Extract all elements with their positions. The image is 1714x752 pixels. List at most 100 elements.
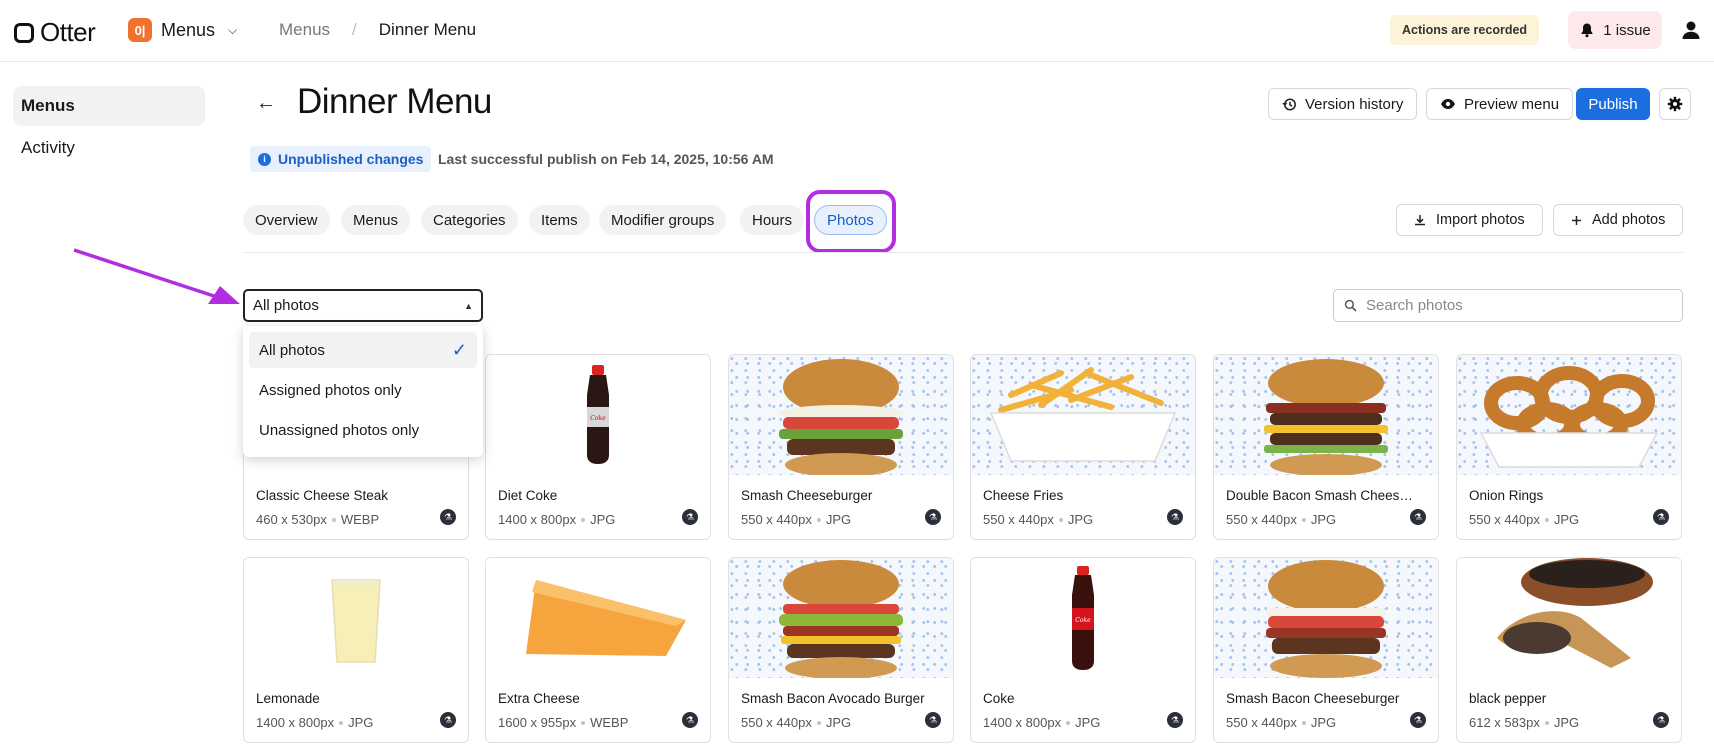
search-photos-field[interactable] [1333,289,1683,322]
coke-bottle-image: Coke [1072,566,1094,670]
settings-button[interactable] [1659,88,1691,120]
annotation-arrow-icon [73,248,240,304]
breadcrumb-menus[interactable]: Menus [279,20,330,40]
filter-option-label: Unassigned photos only [259,421,420,439]
assigned-utensils-icon: ⚗ [925,712,941,728]
photo-name: Smash Bacon Cheeseburger [1226,691,1400,706]
photo-card-black-pepper[interactable]: black pepper 612 x 583px JPG ⚗ [1456,557,1682,743]
photo-card-extra-cheese[interactable]: Extra Cheese 1600 x 955px WEBP ⚗ [485,557,711,743]
tab-hours[interactable]: Hours [740,205,805,235]
preview-menu-button[interactable]: Preview menu [1426,88,1574,120]
import-photos-button[interactable]: Import photos [1396,204,1543,236]
photo-format: JPG [1310,512,1337,527]
photo-card-coke[interactable]: Coke Coke 1400 x 800px JPG ⚗ [970,557,1196,743]
double-burger-image [1264,359,1388,475]
photo-thumbnail [486,558,710,678]
photo-format: JPG [825,715,852,730]
lemonade-image [331,579,381,663]
assigned-utensils-icon: ⚗ [440,509,456,525]
filter-option-assigned[interactable]: Assigned photos only [249,372,477,408]
filter-option-all[interactable]: All photos ✓ [249,332,477,368]
issues-button[interactable]: 1 issue [1568,11,1662,49]
bell-icon [1581,23,1593,38]
menus-app-icon: 0| [128,18,152,42]
photo-name: Onion Rings [1469,488,1544,503]
photo-dimensions: 612 x 583px [1469,715,1540,730]
user-account-icon[interactable] [1680,19,1702,41]
photo-meta: 550 x 440px JPG [1226,715,1336,730]
assigned-utensils-icon: ⚗ [682,509,698,525]
tab-overview[interactable]: Overview [243,205,330,235]
photo-thumbnail [729,558,953,678]
photo-name: Cheese Fries [983,488,1064,503]
back-arrow-icon[interactable]: ← [256,92,276,115]
photo-dimensions: 550 x 440px [1469,512,1540,527]
assigned-utensils-icon: ⚗ [1653,509,1669,525]
photo-dimensions: 550 x 440px [741,715,812,730]
history-icon [1282,98,1296,110]
photo-card-onion-rings[interactable]: Onion Rings 550 x 440px JPG ⚗ [1456,354,1682,540]
photo-card-lemonade[interactable]: Lemonade 1400 x 800px JPG ⚗ [243,557,469,743]
photo-name: Classic Cheese Steak [256,488,389,503]
photo-meta: 550 x 440px JPG [1469,512,1579,527]
photo-thumbnail [1214,355,1438,475]
issues-label: 1 issue [1603,21,1651,39]
tab-modifier-groups[interactable]: Modifier groups [599,205,727,235]
diet-coke-bottle-image: Coke [587,365,609,464]
checkmark-icon: ✓ [451,339,467,360]
photo-format: WEBP [590,715,629,730]
sidebar-item-activity[interactable]: Activity [13,128,205,168]
sidebar-item-menus[interactable]: Menus [13,86,205,126]
photos-tab-highlight [806,190,896,253]
photo-name: Smash Bacon Avocado Burger [741,691,925,706]
assigned-utensils-icon: ⚗ [1410,712,1426,728]
burger-image [779,359,903,475]
photo-thumbnail: Coke [971,558,1195,678]
photo-format: JPG [1310,715,1337,730]
add-photos-label: Add photos [1592,212,1666,228]
photo-name: Lemonade [256,691,320,706]
photo-dimensions: 1400 x 800px [256,715,335,730]
photo-meta: 550 x 440px JPG [741,715,851,730]
add-photos-button[interactable]: Add photos [1553,204,1684,236]
chevron-down-icon: ⌵ [228,22,238,37]
version-history-label: Version history [1305,95,1404,113]
onion-rings-image [1479,366,1659,468]
filter-option-label: All photos [259,341,325,359]
otter-logo-icon [14,22,34,43]
photo-card-smash-bacon-cheeseburger[interactable]: Smash Bacon Cheeseburger 550 x 440px JPG … [1213,557,1439,743]
page-title: Dinner Menu [297,82,492,121]
search-photos-input[interactable] [1366,297,1656,314]
tab-categories[interactable]: Categories [421,205,518,235]
photo-filter-value: All photos [253,297,319,314]
photo-card-cheese-fries[interactable]: Cheese Fries 550 x 440px JPG ⚗ [970,354,1196,540]
photo-card-double-bacon-smash-cheeseburger[interactable]: Double Bacon Smash Cheesebu... 550 x 440… [1213,354,1439,540]
avocado-burger-image [779,560,903,678]
filter-option-unassigned[interactable]: Unassigned photos only [249,412,477,448]
photo-dimensions: 1400 x 800px [498,512,577,527]
tab-items[interactable]: Items [529,205,590,235]
photo-name: black pepper [1469,691,1547,706]
tab-menus[interactable]: Menus [341,205,411,235]
publish-button[interactable]: Publish [1576,88,1650,120]
unpublished-changes-badge[interactable]: i Unpublished changes [250,146,432,172]
photo-card-diet-coke[interactable]: Coke Diet Coke 1400 x 800px JPG ⚗ [485,354,711,540]
photo-format: JPG [1067,512,1094,527]
tabs-divider [243,252,1683,253]
otter-logo[interactable]: Otter [14,17,96,48]
photo-dimensions: 460 x 530px [256,512,327,527]
breadcrumb-current: Dinner Menu [378,20,477,39]
photo-meta: 550 x 440px JPG [741,512,851,527]
photo-dimensions: 550 x 440px [741,512,812,527]
cheese-image [526,580,686,656]
photo-format: JPG [825,512,852,527]
version-history-button[interactable]: Version history [1268,88,1418,120]
app-switcher[interactable]: 0| Menus ⌵ [128,18,237,42]
eye-icon [1441,99,1455,109]
search-icon [1344,299,1357,312]
photo-card-smash-cheeseburger[interactable]: Smash Cheeseburger 550 x 440px JPG ⚗ [728,354,954,540]
photo-format: JPG [1553,512,1580,527]
filter-option-label: Assigned photos only [259,381,402,399]
photo-filter-select[interactable]: All photos ▲ [243,289,483,322]
photo-card-smash-bacon-avocado-burger[interactable]: Smash Bacon Avocado Burger 550 x 440px JP… [728,557,954,743]
